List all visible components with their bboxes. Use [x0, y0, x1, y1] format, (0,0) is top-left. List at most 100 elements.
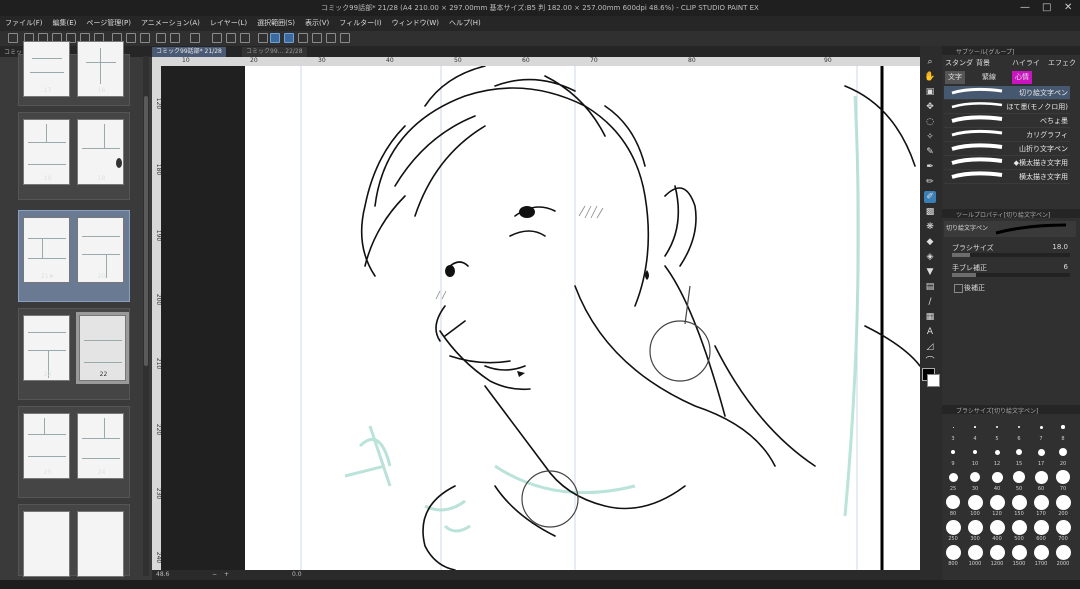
menu-layer[interactable]: レイヤー(L) [205, 16, 252, 30]
maximize-button[interactable]: □ [1042, 2, 1051, 13]
brush-size-preset[interactable] [1037, 448, 1045, 456]
brush-size-preset[interactable] [1055, 544, 1071, 560]
brush-size-row[interactable]: ブラシサイズ 18.0 [944, 242, 1076, 260]
brush-size-preset[interactable] [1061, 425, 1065, 429]
brush-size-preset[interactable] [951, 450, 955, 454]
snap-icon[interactable] [170, 33, 180, 43]
help-icon[interactable] [258, 33, 268, 43]
menu-filter[interactable]: フィルター(I) [334, 16, 386, 30]
page-manager-scrollbar[interactable] [143, 56, 149, 576]
page-spread[interactable]: 19 18 [18, 112, 130, 200]
post-correction-checkbox[interactable] [954, 284, 963, 293]
brush-size-preset[interactable] [952, 426, 954, 428]
page-thumbnail[interactable]: 19 [23, 119, 70, 185]
page-spread[interactable]: 23 22 [18, 308, 130, 400]
brush-size-preset[interactable] [945, 544, 961, 560]
page-spread[interactable]: 17 16 [18, 41, 130, 106]
export-icon[interactable] [340, 33, 350, 43]
brush-size-value[interactable]: 18.0 [1052, 243, 1068, 251]
brush-icon[interactable] [298, 33, 308, 43]
brush-size-slider[interactable] [952, 253, 1070, 257]
brush-size-preset[interactable] [989, 494, 1005, 510]
page-thumbnail[interactable] [23, 511, 70, 577]
move-tool-icon[interactable]: ✥ [924, 101, 936, 113]
group-tab-highlight[interactable]: ハイライ [1012, 57, 1040, 70]
brush-size-preset[interactable] [1056, 470, 1070, 484]
snap-ruler-icon[interactable] [240, 33, 250, 43]
menu-select[interactable]: 選択範囲(S) [252, 16, 300, 30]
brush-item[interactable]: ◆横太描き文字用 [944, 156, 1070, 170]
brush-size-preset[interactable] [1011, 519, 1027, 535]
brush-size-preset[interactable] [989, 519, 1005, 535]
brush-size-preset[interactable] [1017, 425, 1021, 429]
brush-size-preset[interactable] [948, 472, 958, 482]
zoom-value[interactable]: 48.6 [156, 571, 169, 578]
edit-icon[interactable] [312, 33, 322, 43]
brush-item[interactable]: ほて墨(モノクロ用) [944, 100, 1070, 114]
group-tab-emotion[interactable]: 心情 [1012, 71, 1032, 84]
scroll-thumb[interactable] [144, 96, 148, 366]
brush-item[interactable]: 山折り文字ペン [944, 142, 1070, 156]
page-thumbnail[interactable]: 20 [77, 217, 124, 283]
brush-size-preset[interactable] [1034, 470, 1048, 484]
brush-item[interactable]: 横太描き文字用 [944, 170, 1070, 184]
brush-size-preset[interactable] [1011, 494, 1027, 510]
group-tab-standard[interactable]: スタンダ [945, 57, 973, 70]
page-thumbnail[interactable]: 17 [23, 41, 70, 97]
brush-size-preset[interactable] [989, 544, 1005, 560]
grid-icon[interactable] [212, 33, 222, 43]
brush-tool-icon[interactable]: ✐ [924, 191, 936, 203]
brush-size-preset[interactable] [994, 449, 1000, 455]
operation-tool-icon[interactable]: ▣ [924, 86, 936, 98]
page-thumbnail[interactable]: 18 [77, 119, 124, 185]
brush-item[interactable]: カリグラフィ [944, 128, 1070, 142]
group-tab-text[interactable]: 文字 [945, 71, 965, 84]
sub-color-swatch[interactable] [927, 374, 940, 387]
brush-size-preset[interactable] [1013, 471, 1025, 483]
brush-item[interactable]: べちょ墨 [944, 114, 1070, 128]
page-thumbnail[interactable]: 16 [77, 41, 124, 97]
color-swatches[interactable] [921, 367, 940, 389]
group-tab-lines[interactable]: 緊線 [982, 71, 996, 84]
brush-size-preset[interactable] [1055, 519, 1071, 535]
brush-size-preset[interactable] [1033, 519, 1049, 535]
brush-size-preset[interactable] [974, 426, 976, 428]
brush-item-selected[interactable]: 切り絵文字ペン [944, 86, 1070, 100]
zoom-tool-icon[interactable]: ⌕ [924, 56, 936, 68]
menu-window[interactable]: ウィンドウ(W) [387, 16, 444, 30]
menu-file[interactable]: ファイル(F) [0, 16, 48, 30]
figure-tool-icon[interactable]: ∕ [924, 296, 936, 308]
menu-view[interactable]: 表示(V) [300, 16, 334, 30]
page-thumbnail[interactable]: 22 [76, 312, 129, 384]
gradient-icon[interactable]: ▤ [924, 281, 936, 293]
lasso-tool-icon[interactable]: ◌ [924, 116, 936, 128]
close-button[interactable]: ✕ [1064, 2, 1072, 13]
pen-mode-icon[interactable] [270, 33, 280, 43]
guide-icon[interactable] [226, 33, 236, 43]
zoom-out-button[interactable]: − [212, 571, 217, 578]
brush-size-preset[interactable] [996, 426, 998, 428]
minimize-button[interactable]: — [1020, 2, 1030, 13]
menu-help[interactable]: ヘルプ(H) [444, 16, 486, 30]
brush-size-preset[interactable] [1055, 494, 1071, 510]
brush-size-preset[interactable] [1033, 494, 1049, 510]
brush-size-preset[interactable] [991, 471, 1003, 483]
page-thumbnail[interactable]: 21★ [23, 217, 70, 283]
brush-size-preset[interactable] [967, 494, 983, 510]
decoration-icon[interactable]: ❋ [924, 221, 936, 233]
pencil-tool-icon[interactable]: ✏ [924, 176, 936, 188]
brush-size-preset[interactable] [967, 544, 983, 560]
stabilization-value[interactable]: 6 [1064, 263, 1068, 271]
page-thumbnail[interactable]: 25 [23, 413, 70, 479]
transform-icon[interactable] [156, 33, 166, 43]
eyedropper-icon[interactable]: ✎ [924, 146, 936, 158]
pen-tool-icon[interactable]: ✒ [924, 161, 936, 173]
blend-tool-icon[interactable]: ◈ [924, 251, 936, 263]
smoothing-icon[interactable] [284, 33, 294, 43]
brush-size-preset[interactable] [1016, 449, 1022, 455]
brush-size-preset[interactable] [970, 472, 980, 482]
stabilization-row[interactable]: 手ブレ補正 6 [944, 262, 1076, 280]
rotation-value[interactable]: 0.0 [292, 571, 302, 578]
balloon-tool-icon[interactable]: ◿ [924, 341, 936, 353]
page-spread[interactable]: 25 24 [18, 406, 130, 498]
